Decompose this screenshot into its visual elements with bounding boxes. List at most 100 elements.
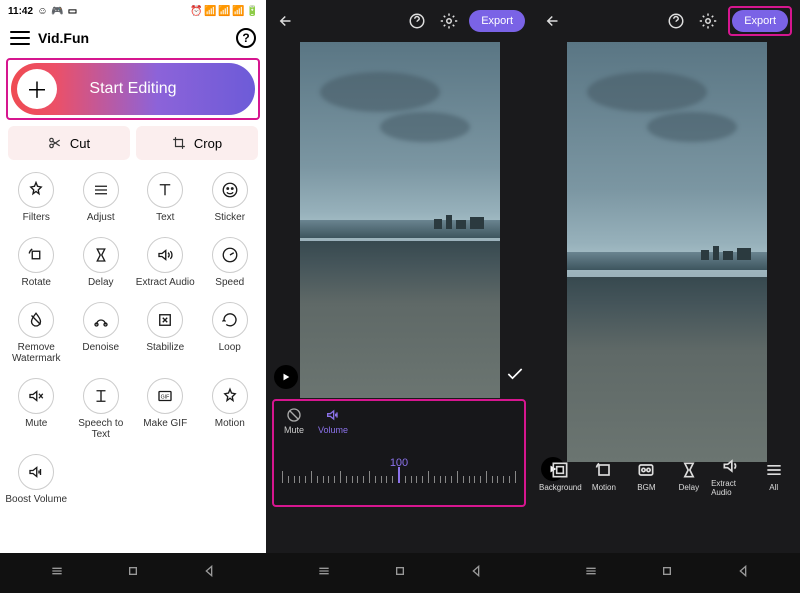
tool-make-gif[interactable]: GIFMake GIF bbox=[133, 378, 198, 440]
main-editor-panel: Export Background Motion BGM Delay Extra… bbox=[533, 0, 800, 553]
tool-background[interactable]: Background bbox=[539, 460, 582, 492]
svg-text:GIF: GIF bbox=[161, 394, 170, 400]
back-button[interactable] bbox=[541, 9, 565, 33]
back-button[interactable] bbox=[274, 9, 298, 33]
help-icon[interactable] bbox=[664, 9, 688, 33]
tool-loop[interactable]: Loop bbox=[198, 302, 263, 364]
menu-button[interactable] bbox=[10, 31, 30, 45]
crop-icon bbox=[172, 136, 186, 150]
nav-right bbox=[533, 553, 800, 593]
start-label: Start Editing bbox=[17, 80, 249, 98]
text-icon bbox=[156, 181, 174, 199]
nav-left bbox=[0, 553, 267, 593]
adjust-icon bbox=[92, 181, 110, 199]
export-button[interactable]: Export bbox=[732, 10, 788, 32]
speech-icon bbox=[92, 387, 110, 405]
editor-header: Export bbox=[266, 0, 533, 42]
ruler-ticks bbox=[282, 467, 516, 483]
home-panel: 11:42 ☺ 🎮 ▭ ⏰ 📶 📶 📶 🔋 Vid.Fun ? ＋ Start … bbox=[0, 0, 266, 553]
bottom-toolbar: Background Motion BGM Delay Extract Audi… bbox=[533, 445, 800, 507]
signal-icon: 📶 bbox=[219, 6, 230, 17]
start-editing-button[interactable]: ＋ Start Editing bbox=[11, 63, 255, 115]
volume-slider[interactable]: 100 bbox=[282, 457, 516, 487]
tool-boost-volume[interactable]: Boost Volume bbox=[4, 454, 69, 505]
nav-mid bbox=[267, 553, 534, 593]
card-icon: ▭ bbox=[67, 6, 78, 17]
help-icon[interactable]: ? bbox=[236, 28, 256, 48]
back-nav-button[interactable] bbox=[201, 563, 217, 584]
sync-icon: ☺ bbox=[37, 6, 48, 17]
tools-grid: Filters Adjust Text Sticker Rotate Delay… bbox=[0, 160, 266, 523]
tool-speed[interactable]: Speed bbox=[198, 237, 263, 288]
back-nav-button[interactable] bbox=[468, 563, 484, 584]
tool-delay[interactable]: Delay bbox=[69, 237, 134, 288]
speed-icon bbox=[221, 246, 239, 264]
start-highlight: ＋ Start Editing bbox=[6, 58, 260, 120]
status-bar: 11:42 ☺ 🎮 ▭ ⏰ 📶 📶 📶 🔋 bbox=[0, 0, 266, 22]
app-title: Vid.Fun bbox=[38, 30, 236, 46]
signal2-icon: 📶 bbox=[233, 6, 244, 17]
boost-volume-icon bbox=[27, 463, 45, 481]
tool-all[interactable]: All bbox=[754, 460, 794, 492]
settings-icon[interactable] bbox=[696, 9, 720, 33]
sticker-icon bbox=[221, 181, 239, 199]
tool-motion[interactable]: Motion bbox=[584, 460, 624, 492]
settings-icon[interactable] bbox=[437, 9, 461, 33]
export-highlight: Export bbox=[728, 6, 792, 36]
tool-adjust[interactable]: Adjust bbox=[69, 172, 134, 223]
tool-speech-to-text[interactable]: Speech to Text bbox=[69, 378, 134, 440]
recents-button[interactable] bbox=[583, 563, 599, 584]
drop-icon bbox=[27, 311, 45, 329]
tool-stabilize[interactable]: Stabilize bbox=[133, 302, 198, 364]
tool-mute[interactable]: Mute bbox=[4, 378, 69, 440]
app-header: Vid.Fun ? bbox=[0, 22, 266, 52]
tool-bgm[interactable]: BGM bbox=[626, 460, 666, 492]
motion-icon bbox=[221, 387, 239, 405]
editor-header: Export bbox=[533, 0, 800, 42]
tool-filters[interactable]: Filters bbox=[4, 172, 69, 223]
rotate-icon bbox=[27, 246, 45, 264]
battery-icon: 🔋 bbox=[247, 6, 258, 17]
scissors-icon bbox=[48, 136, 62, 150]
export-button[interactable]: Export bbox=[469, 10, 525, 32]
quick-actions: Cut Crop bbox=[0, 126, 266, 160]
stabilize-icon bbox=[156, 311, 174, 329]
video-preview[interactable] bbox=[567, 42, 767, 462]
crop-button[interactable]: Crop bbox=[136, 126, 258, 160]
cut-button[interactable]: Cut bbox=[8, 126, 130, 160]
confirm-button[interactable] bbox=[505, 364, 525, 389]
volume-panel: Mute Volume 100 bbox=[272, 399, 526, 507]
mute-icon bbox=[27, 387, 45, 405]
denoise-icon bbox=[92, 311, 110, 329]
tool-delay[interactable]: Delay bbox=[669, 460, 709, 492]
play-button[interactable] bbox=[274, 365, 298, 389]
gif-icon: GIF bbox=[156, 387, 174, 405]
loop-icon bbox=[221, 311, 239, 329]
status-time: 11:42 bbox=[8, 6, 33, 17]
back-nav-button[interactable] bbox=[735, 563, 751, 584]
tool-rotate[interactable]: Rotate bbox=[4, 237, 69, 288]
filters-icon bbox=[27, 181, 45, 199]
gamepad-icon: 🎮 bbox=[52, 6, 63, 17]
recents-button[interactable] bbox=[316, 563, 332, 584]
volume-tab[interactable]: Volume bbox=[318, 407, 348, 435]
recents-button[interactable] bbox=[49, 563, 65, 584]
tool-motion[interactable]: Motion bbox=[198, 378, 263, 440]
tool-text[interactable]: Text bbox=[133, 172, 198, 223]
home-button[interactable] bbox=[392, 563, 408, 584]
home-button[interactable] bbox=[125, 563, 141, 584]
tool-extract-audio[interactable]: Extract Audio bbox=[711, 456, 751, 497]
alarm-icon: ⏰ bbox=[191, 6, 202, 17]
volume-editor-panel: Export Mute Volume 100 bbox=[266, 0, 533, 553]
extract-audio-icon bbox=[156, 246, 174, 264]
tool-remove-watermark[interactable]: Remove Watermark bbox=[4, 302, 69, 364]
mute-tab[interactable]: Mute bbox=[284, 407, 304, 435]
help-icon[interactable] bbox=[405, 9, 429, 33]
tool-denoise[interactable]: Denoise bbox=[69, 302, 134, 364]
delay-icon bbox=[92, 246, 110, 264]
video-preview[interactable] bbox=[300, 42, 500, 398]
tool-sticker[interactable]: Sticker bbox=[198, 172, 263, 223]
home-button[interactable] bbox=[659, 563, 675, 584]
tool-extract-audio[interactable]: Extract Audio bbox=[133, 237, 198, 288]
wifi-icon: 📶 bbox=[205, 6, 216, 17]
